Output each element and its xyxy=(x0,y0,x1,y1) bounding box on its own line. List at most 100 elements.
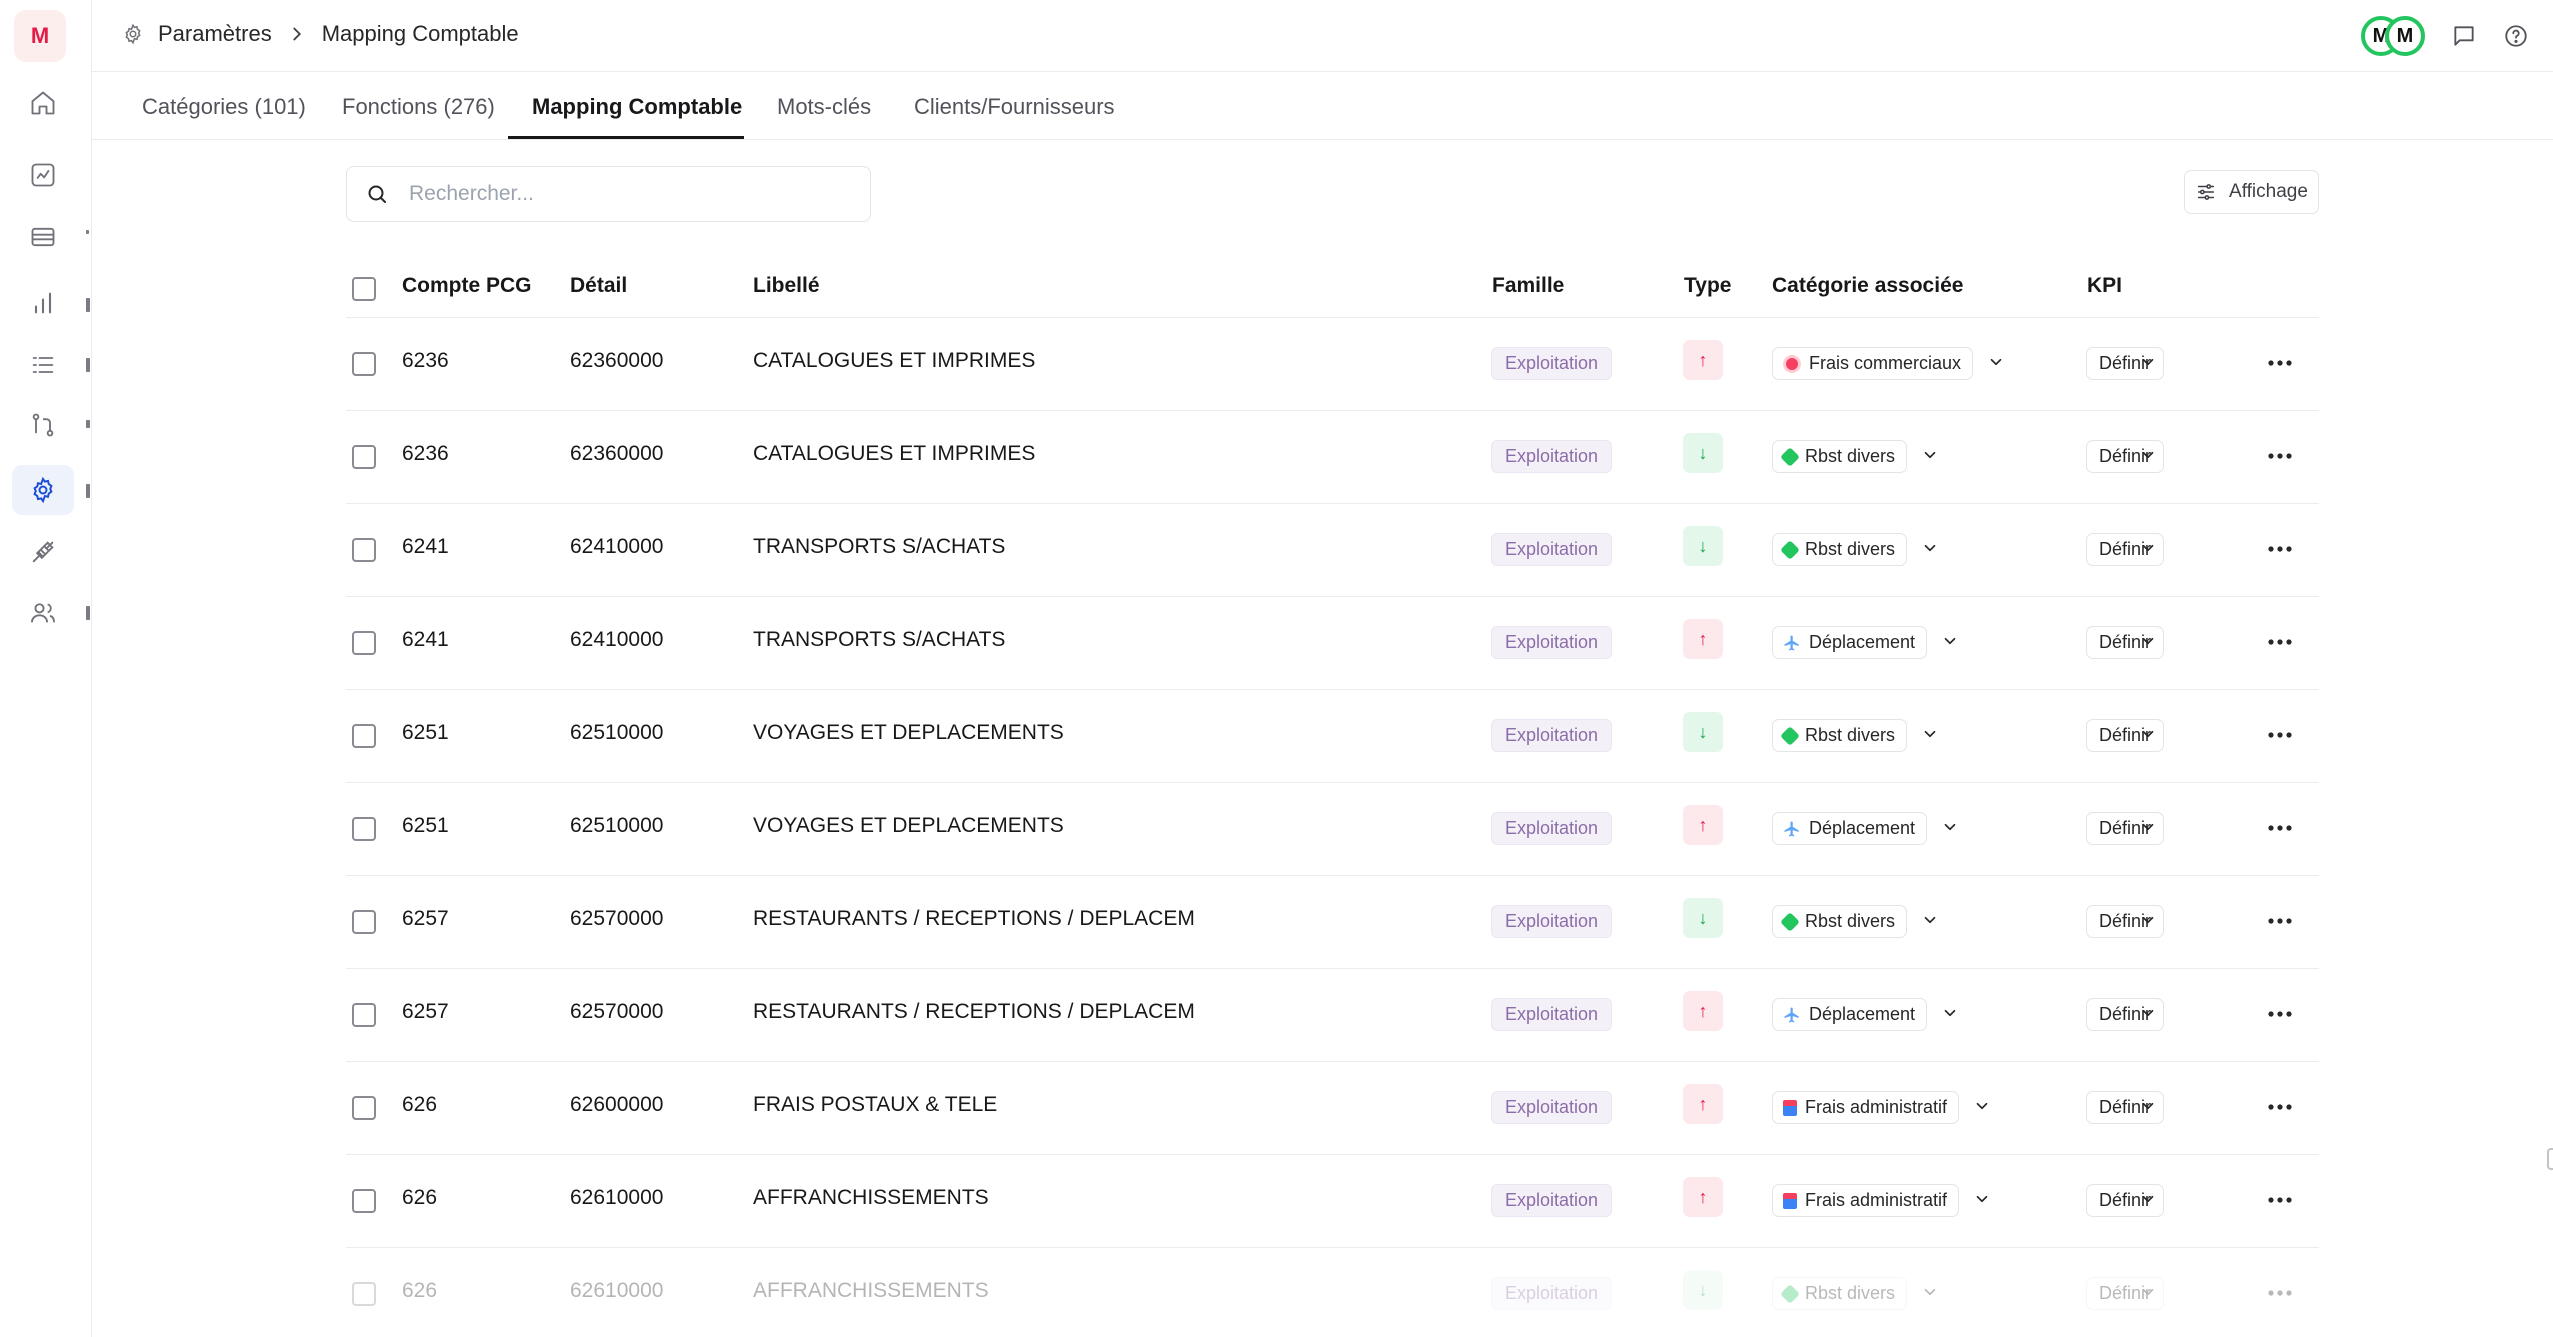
table-row[interactable]: 626 62610000 AFFRANCHISSEMENTS Exploitation… xyxy=(346,1248,2319,1337)
chevron-down-icon[interactable] xyxy=(1921,539,1939,557)
chevron-down-icon[interactable] xyxy=(2139,353,2157,371)
arrow-up-icon[interactable]: ↑ xyxy=(1683,340,1723,380)
more-options-icon[interactable] xyxy=(2265,909,2295,933)
chevron-down-icon[interactable] xyxy=(1921,725,1939,743)
col-categorie-associee[interactable]: Catégorie associée xyxy=(1772,274,1963,298)
chevron-down-icon[interactable] xyxy=(1987,353,2005,371)
settings-nav[interactable] xyxy=(12,465,74,515)
categorie-select[interactable]: Rbst divers xyxy=(1772,1277,1908,1310)
chevron-down-icon[interactable] xyxy=(1973,1190,1991,1208)
chevron-down-icon[interactable] xyxy=(1941,818,1959,836)
more-options-icon[interactable] xyxy=(2265,1095,2295,1119)
chevron-down-icon[interactable] xyxy=(2139,1283,2157,1301)
table-row[interactable]: 6236 62360000 CATALOGUES ET IMPRIMES Exploi… xyxy=(346,411,2319,504)
row-checkbox[interactable] xyxy=(352,1096,376,1120)
tab-mots-cles[interactable]: Mots-clés xyxy=(777,94,871,120)
table-row[interactable]: 6257 62570000 RESTAURANTS / RECEPTIONS / D… xyxy=(346,876,2319,969)
chevron-down-icon[interactable] xyxy=(1941,1004,1959,1022)
chevron-down-icon[interactable] xyxy=(2139,1097,2157,1115)
row-checkbox[interactable] xyxy=(352,352,376,376)
display-options-button[interactable]: Affichage xyxy=(2184,170,2319,214)
row-checkbox[interactable] xyxy=(352,910,376,934)
activity-nav[interactable] xyxy=(12,150,74,200)
chevron-down-icon[interactable] xyxy=(1921,446,1939,464)
more-options-icon[interactable] xyxy=(2265,444,2295,468)
more-options-icon[interactable] xyxy=(2265,816,2295,840)
reports-nav[interactable] xyxy=(12,278,74,328)
home-nav[interactable] xyxy=(12,78,74,128)
categorie-select[interactable]: Rbst divers xyxy=(1772,719,1908,752)
chat-button[interactable] xyxy=(2451,23,2477,49)
col-type[interactable]: Type xyxy=(1684,274,1731,298)
table-row[interactable]: 626 62610000 AFFRANCHISSEMENTS Exploitation… xyxy=(346,1155,2319,1248)
chevron-down-icon[interactable] xyxy=(2139,1190,2157,1208)
col-famille[interactable]: Famille xyxy=(1492,274,1564,298)
arrow-up-icon[interactable]: ↑ xyxy=(1683,619,1723,659)
arrow-down-icon[interactable]: ↓ xyxy=(1683,712,1723,752)
arrow-down-icon[interactable]: ↓ xyxy=(1683,1270,1723,1310)
more-options-icon[interactable] xyxy=(2265,351,2295,375)
table-row[interactable]: 6241 62410000 TRANSPORTS S/ACHATS Exploitat… xyxy=(346,504,2319,597)
chevron-down-icon[interactable] xyxy=(2139,632,2157,650)
categorie-select[interactable]: Frais administratif xyxy=(1772,1184,1960,1217)
cards-nav[interactable] xyxy=(12,212,74,262)
arrow-up-icon[interactable]: ↑ xyxy=(1683,991,1723,1031)
search-box[interactable] xyxy=(346,166,871,222)
scrollbar[interactable] xyxy=(2547,1148,2553,1170)
categorie-select[interactable]: Rbst divers xyxy=(1772,533,1908,566)
avatar[interactable]: M xyxy=(2385,16,2425,56)
flows-nav[interactable] xyxy=(12,400,74,450)
row-checkbox[interactable] xyxy=(352,445,376,469)
categorie-select[interactable]: Frais commerciaux xyxy=(1772,347,1974,380)
chevron-down-icon[interactable] xyxy=(2139,818,2157,836)
list-nav[interactable] xyxy=(12,340,74,390)
chevron-down-icon[interactable] xyxy=(1921,911,1939,929)
chevron-down-icon[interactable] xyxy=(2139,446,2157,464)
more-options-icon[interactable] xyxy=(2265,723,2295,747)
more-options-icon[interactable] xyxy=(2265,630,2295,654)
col-kpi[interactable]: KPI xyxy=(2087,274,2122,298)
app-logo[interactable]: M xyxy=(14,10,66,62)
categorie-select[interactable]: Déplacement xyxy=(1772,998,1928,1031)
users-nav[interactable] xyxy=(12,588,74,638)
search-input[interactable] xyxy=(409,182,829,206)
chevron-down-icon[interactable] xyxy=(2139,911,2157,929)
more-options-icon[interactable] xyxy=(2265,1281,2295,1305)
help-button[interactable] xyxy=(2503,23,2529,49)
table-row[interactable]: 6236 62360000 CATALOGUES ET IMPRIMES Exploi… xyxy=(346,318,2319,411)
row-checkbox[interactable] xyxy=(352,817,376,841)
col-detail[interactable]: Détail xyxy=(570,274,627,298)
categorie-select[interactable]: Déplacement xyxy=(1772,626,1928,659)
more-options-icon[interactable] xyxy=(2265,537,2295,561)
chevron-down-icon[interactable] xyxy=(2139,539,2157,557)
row-checkbox[interactable] xyxy=(352,538,376,562)
table-row[interactable]: 6251 62510000 VOYAGES ET DEPLACEMENTS Explo… xyxy=(346,783,2319,876)
select-all-checkbox[interactable] xyxy=(352,277,376,301)
table-row[interactable]: 6241 62410000 TRANSPORTS S/ACHATS Exploitat… xyxy=(346,597,2319,690)
categorie-select[interactable]: Rbst divers xyxy=(1772,905,1908,938)
breadcrumb-root[interactable]: Paramètres xyxy=(158,21,272,47)
arrow-up-icon[interactable]: ↑ xyxy=(1683,1084,1723,1124)
tab-categories[interactable]: Catégories (101) xyxy=(142,94,306,120)
row-checkbox[interactable] xyxy=(352,1003,376,1027)
table-row[interactable]: 626 62600000 FRAIS POSTAUX & TELE Exploitat… xyxy=(346,1062,2319,1155)
categorie-select[interactable]: Frais administratif xyxy=(1772,1091,1960,1124)
table-row[interactable]: 6257 62570000 RESTAURANTS / RECEPTIONS / D… xyxy=(346,969,2319,1062)
tab-clients-fournisseurs[interactable]: Clients/Fournisseurs xyxy=(914,94,1115,120)
integrations-nav[interactable] xyxy=(12,527,74,577)
tab-fonctions[interactable]: Fonctions (276) xyxy=(342,94,495,120)
row-checkbox[interactable] xyxy=(352,1189,376,1213)
row-checkbox[interactable] xyxy=(352,724,376,748)
row-checkbox[interactable] xyxy=(352,1282,376,1306)
more-options-icon[interactable] xyxy=(2265,1002,2295,1026)
chevron-down-icon[interactable] xyxy=(2139,725,2157,743)
categorie-select[interactable]: Déplacement xyxy=(1772,812,1928,845)
chevron-down-icon[interactable] xyxy=(1973,1097,1991,1115)
avatar-group[interactable]: M M xyxy=(2361,16,2425,56)
categorie-select[interactable]: Rbst divers xyxy=(1772,440,1908,473)
tab-mapping-comptable[interactable]: Mapping Comptable xyxy=(532,94,742,120)
arrow-down-icon[interactable]: ↓ xyxy=(1683,898,1723,938)
row-checkbox[interactable] xyxy=(352,631,376,655)
table-row[interactable]: 6251 62510000 VOYAGES ET DEPLACEMENTS Explo… xyxy=(346,690,2319,783)
arrow-down-icon[interactable]: ↓ xyxy=(1683,433,1723,473)
